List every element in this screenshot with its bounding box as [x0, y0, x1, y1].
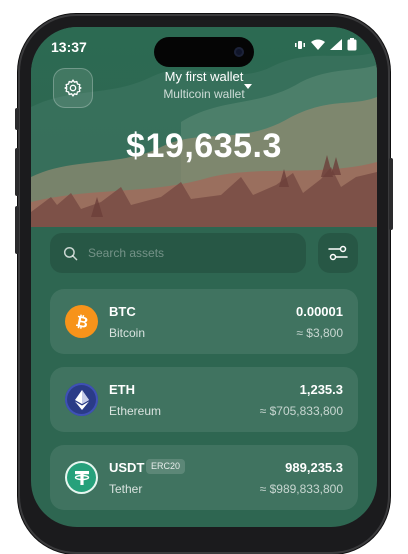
asset-amount: 1,235.3 [299, 382, 343, 397]
front-camera [234, 47, 244, 57]
asset-symbol: ETH [109, 382, 135, 397]
search-icon [63, 246, 78, 261]
bitcoin-icon: ₿ [65, 305, 98, 338]
total-balance: $19,635.3 [126, 127, 282, 165]
signal-icon [330, 39, 342, 50]
asset-symbol: USDT [109, 460, 145, 475]
battery-icon [347, 38, 357, 51]
asset-fiat-value: ≈ $3,800 [296, 326, 343, 340]
wifi-icon [311, 39, 325, 50]
asset-amount: 989,235.3 [285, 460, 343, 475]
screen: 13:37 My first wallet Multicoin wallet $… [31, 27, 377, 527]
gear-icon [64, 79, 82, 97]
ethereum-icon [65, 383, 98, 416]
asset-symbol: BTC [109, 304, 136, 319]
asset-name: Bitcoin [109, 326, 146, 340]
volume-up-button [15, 148, 19, 196]
token-standard-badge: ERC20 [146, 459, 186, 474]
vibrate-icon [295, 40, 305, 49]
asset-name: Tether [109, 482, 143, 496]
asset-fiat-value: ≈ $989,833,800 [259, 482, 343, 496]
wallet-selector[interactable]: My first wallet [131, 69, 277, 84]
action-button [15, 108, 19, 130]
tether-icon [65, 461, 98, 494]
status-time: 13:37 [51, 39, 87, 55]
power-button [389, 158, 393, 230]
search-bar[interactable] [50, 233, 306, 273]
settings-button[interactable] [53, 68, 93, 108]
asset-fiat-value: ≈ $705,833,800 [259, 404, 343, 418]
dynamic-island [154, 37, 254, 67]
sliders-icon [328, 245, 348, 261]
status-icons [294, 38, 357, 51]
chevron-down-icon[interactable] [244, 84, 252, 89]
svg-text:₿: ₿ [74, 312, 90, 332]
search-input[interactable] [86, 245, 290, 261]
volume-down-button [15, 206, 19, 254]
asset-card-btc[interactable]: ₿ BTC Bitcoin 0.00001 ≈ $3,800 [50, 289, 358, 354]
asset-card-usdt[interactable]: USDT ERC20 Tether 989,235.3 ≈ $989,833,8… [50, 445, 358, 510]
wallet-type: Multicoin wallet [163, 87, 245, 101]
asset-card-eth[interactable]: ETH Ethereum 1,235.3 ≈ $705,833,800 [50, 367, 358, 432]
filter-button[interactable] [318, 233, 358, 273]
asset-name: Ethereum [109, 404, 162, 418]
asset-amount: 0.00001 [296, 304, 343, 319]
